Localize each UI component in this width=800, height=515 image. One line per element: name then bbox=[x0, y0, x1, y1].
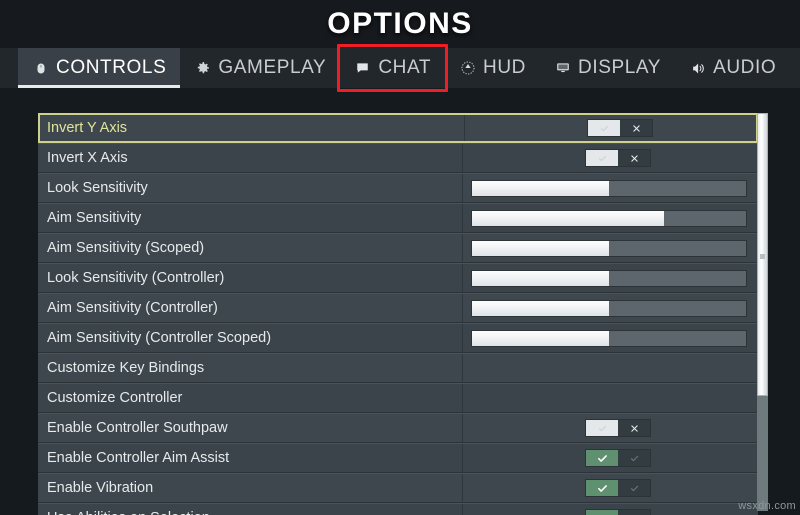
setting-control bbox=[462, 414, 758, 442]
slider-fill bbox=[472, 210, 664, 226]
speaker-icon bbox=[689, 60, 706, 77]
settings-row[interactable]: Aim Sensitivity (Scoped) bbox=[38, 233, 758, 263]
setting-label: Customize Controller bbox=[47, 390, 183, 406]
setting-label: Aim Sensitivity (Scoped) bbox=[47, 240, 205, 256]
toggle-use-abilities-on-selection[interactable] bbox=[585, 509, 651, 515]
toggle-invert-x-axis[interactable] bbox=[585, 149, 651, 167]
monitor-icon bbox=[554, 60, 571, 77]
settings-list: Invert Y Axis Invert X Axis Look Sensitivi… bbox=[38, 113, 758, 515]
slider-fill bbox=[472, 240, 609, 256]
toggle-off-segment[interactable] bbox=[618, 510, 650, 515]
options-screen: OPTIONS CONTROLS GAMEPLAY CHAT HUD DISPLAY AU… bbox=[0, 0, 800, 515]
scrollbar[interactable] bbox=[757, 113, 768, 511]
tab-audio[interactable]: AUDIO bbox=[675, 48, 790, 88]
toggle-off-segment[interactable] bbox=[618, 420, 650, 436]
setting-label: Enable Controller Southpaw bbox=[47, 420, 228, 436]
settings-row[interactable]: Look Sensitivity (Controller) bbox=[38, 263, 758, 293]
setting-control bbox=[462, 264, 758, 292]
page-title: OPTIONS bbox=[327, 7, 473, 40]
tab-display[interactable]: DISPLAY bbox=[540, 48, 675, 88]
tab-label: HUD bbox=[483, 57, 526, 78]
tab-label: DISPLAY bbox=[578, 57, 662, 78]
gear-icon bbox=[194, 60, 211, 77]
settings-row[interactable]: Look Sensitivity bbox=[38, 173, 758, 203]
setting-control bbox=[462, 504, 758, 515]
setting-label: Invert X Axis bbox=[47, 150, 128, 166]
setting-control bbox=[462, 384, 758, 412]
toggle-off-segment[interactable] bbox=[620, 120, 652, 136]
toggle-on-segment[interactable] bbox=[586, 420, 618, 436]
settings-row[interactable]: Use Abilities on Selection bbox=[38, 503, 758, 515]
reticle-icon bbox=[459, 60, 476, 77]
toggle-off-segment[interactable] bbox=[618, 150, 650, 166]
tab-label: AUDIO bbox=[713, 57, 777, 78]
setting-control bbox=[462, 444, 758, 472]
setting-control bbox=[462, 174, 758, 202]
tab-hud[interactable]: HUD bbox=[445, 48, 540, 88]
mouse-icon bbox=[32, 60, 49, 77]
tab-chat[interactable]: CHAT bbox=[340, 48, 445, 88]
slider-look-sensitivity[interactable] bbox=[471, 179, 747, 197]
tab-gameplay[interactable]: GAMEPLAY bbox=[180, 48, 340, 88]
setting-control bbox=[462, 324, 758, 352]
setting-label: Aim Sensitivity (Controller Scoped) bbox=[47, 330, 272, 346]
setting-label: Enable Controller Aim Assist bbox=[47, 450, 230, 466]
slider-aim-sensitivity-scoped[interactable] bbox=[471, 239, 747, 257]
settings-row[interactable]: Enable Controller Southpaw bbox=[38, 413, 758, 443]
slider-fill bbox=[472, 180, 609, 196]
setting-label: Aim Sensitivity bbox=[47, 210, 142, 226]
settings-row[interactable]: Customize Key Bindings bbox=[38, 353, 758, 383]
setting-label: Use Abilities on Selection bbox=[38, 504, 462, 515]
setting-label: Invert Y Axis bbox=[47, 120, 128, 136]
toggle-invert-y-axis[interactable] bbox=[587, 119, 653, 137]
setting-label: Customize Key Bindings bbox=[47, 360, 205, 376]
setting-control bbox=[462, 294, 758, 322]
speech-bubble-icon bbox=[354, 60, 371, 77]
settings-row[interactable]: Aim Sensitivity (Controller) bbox=[38, 293, 758, 323]
slider-aim-sensitivity[interactable] bbox=[471, 209, 747, 227]
settings-row[interactable]: Customize Controller bbox=[38, 383, 758, 413]
settings-row[interactable]: Enable Vibration bbox=[38, 473, 758, 503]
toggle-on-segment[interactable] bbox=[588, 120, 620, 136]
setting-control bbox=[462, 354, 758, 382]
settings-row[interactable]: Invert X Axis bbox=[38, 143, 758, 173]
toggle-on-segment[interactable] bbox=[586, 150, 618, 166]
toggle-off-segment[interactable] bbox=[618, 480, 650, 496]
setting-label: Aim Sensitivity (Controller) bbox=[47, 300, 218, 316]
slider-aim-sensitivity-controller[interactable] bbox=[471, 299, 747, 317]
tab-label: CHAT bbox=[378, 57, 432, 78]
tab-controls[interactable]: CONTROLS bbox=[18, 48, 181, 88]
slider-aim-sensitivity-controller-scoped[interactable] bbox=[471, 329, 747, 347]
tab-label: CONTROLS bbox=[56, 57, 167, 78]
toggle-on-segment[interactable] bbox=[586, 480, 618, 496]
setting-control bbox=[464, 115, 756, 141]
setting-control bbox=[462, 234, 758, 262]
toggle-enable-controller-aim-assist[interactable] bbox=[585, 449, 651, 467]
toggle-on-segment[interactable] bbox=[586, 450, 618, 466]
setting-control bbox=[462, 144, 758, 172]
watermark: wsxdn.com bbox=[738, 500, 796, 512]
settings-row[interactable]: Aim Sensitivity (Controller Scoped) bbox=[38, 323, 758, 353]
toggle-on-segment[interactable] bbox=[586, 510, 618, 515]
settings-row[interactable]: Aim Sensitivity bbox=[38, 203, 758, 233]
toggle-enable-vibration[interactable] bbox=[585, 479, 651, 497]
slider-fill bbox=[472, 270, 609, 286]
setting-control bbox=[462, 474, 758, 502]
setting-label: Look Sensitivity (Controller) bbox=[47, 270, 225, 286]
setting-label: Look Sensitivity bbox=[47, 180, 148, 196]
scrollbar-nub bbox=[760, 254, 765, 259]
setting-label: Enable Vibration bbox=[47, 480, 154, 496]
slider-look-sensitivity-controller[interactable] bbox=[471, 269, 747, 287]
toggle-off-segment[interactable] bbox=[618, 450, 650, 466]
tab-label: GAMEPLAY bbox=[218, 57, 327, 78]
setting-control bbox=[462, 204, 758, 232]
toggle-enable-controller-southpaw[interactable] bbox=[585, 419, 651, 437]
settings-row[interactable]: Enable Controller Aim Assist bbox=[38, 443, 758, 473]
title-bar: OPTIONS bbox=[0, 0, 800, 48]
tab-bar: CONTROLS GAMEPLAY CHAT HUD DISPLAY AUDIO bbox=[0, 44, 800, 92]
slider-fill bbox=[472, 300, 609, 316]
slider-fill bbox=[472, 330, 609, 346]
settings-row[interactable]: Invert Y Axis bbox=[38, 113, 758, 143]
